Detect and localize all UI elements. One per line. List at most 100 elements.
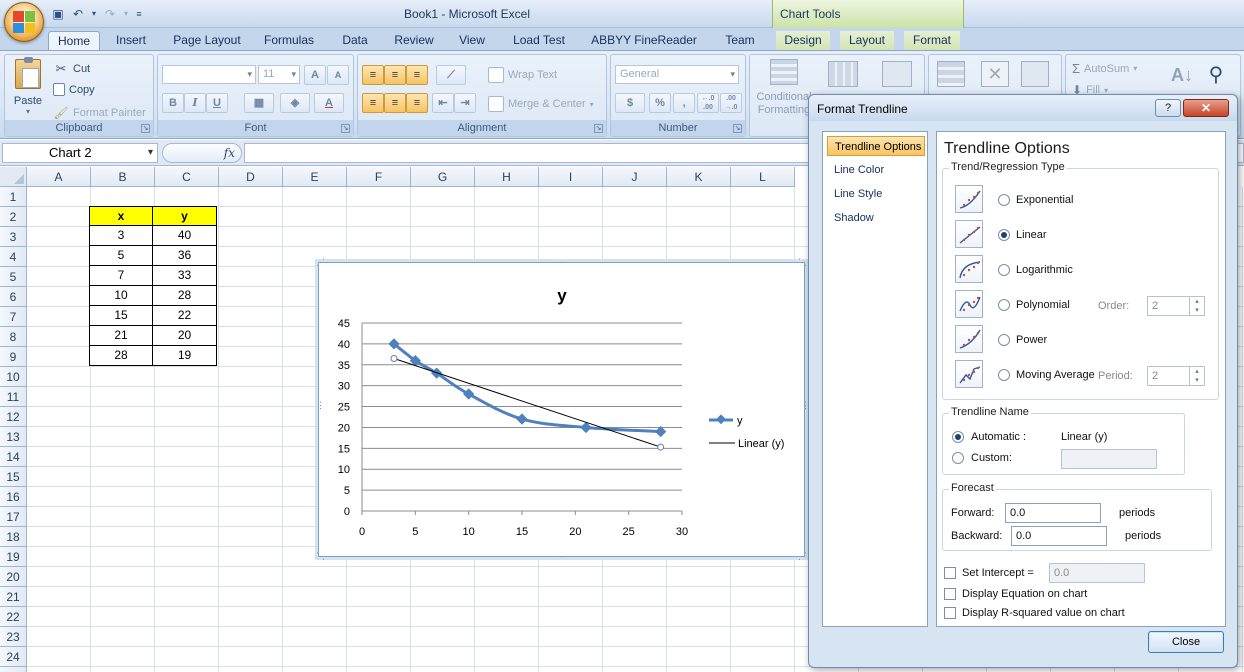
row-header-11[interactable]: 11 — [0, 387, 27, 407]
table-header-cell[interactable]: y — [153, 206, 217, 226]
column-header-l[interactable]: L — [731, 167, 795, 187]
chart-object[interactable]: ⋰ ···· ⋱ ⋮ ⋮ ⋱ ···· ⋰ y 0 5 10 15 20 25 30 35 40 4… — [316, 258, 810, 561]
align-center-button[interactable]: ≡ — [384, 93, 406, 113]
align-right-button[interactable]: ≡ — [406, 93, 428, 113]
font-size-combo[interactable]: 11 — [258, 65, 300, 84]
table-cell[interactable]: 36 — [153, 246, 217, 266]
tab-load-test[interactable]: Load Test — [508, 31, 570, 50]
autosum-button[interactable]: Σ AutoSum ▾ — [1072, 61, 1137, 76]
intercept-input[interactable]: 0.0 — [1049, 563, 1145, 583]
custom-name-radio[interactable] — [952, 452, 964, 464]
table-cell[interactable]: 21 — [89, 326, 153, 346]
tab-format[interactable]: Format — [904, 31, 960, 50]
cell-styles-icon[interactable] — [882, 61, 912, 87]
table-cell[interactable]: 10 — [89, 286, 153, 306]
exponential-radio[interactable] — [998, 194, 1010, 206]
tab-team[interactable]: Team — [720, 31, 760, 50]
decrease-decimal-button[interactable]: .00 →.0 — [720, 93, 742, 113]
number-launcher-icon[interactable]: ↘ — [733, 124, 742, 133]
close-button[interactable]: Close — [1148, 631, 1224, 653]
row-header-22[interactable]: 22 — [0, 607, 27, 627]
row-header-3[interactable]: 3 — [0, 227, 27, 247]
set-intercept-checkbox[interactable] — [944, 567, 956, 579]
column-header-a[interactable]: A — [27, 167, 91, 187]
row-header-17[interactable]: 17 — [0, 507, 27, 527]
comma-button[interactable]: , — [673, 93, 695, 113]
table-cell[interactable]: 15 — [89, 306, 153, 326]
nav-line-style[interactable]: Line Style — [827, 184, 882, 204]
select-all-corner[interactable] — [0, 167, 27, 187]
bold-button[interactable]: B — [162, 93, 184, 113]
row-header-2[interactable]: 2 — [0, 207, 27, 227]
column-header-h[interactable]: H — [475, 167, 539, 187]
column-header-b[interactable]: B — [91, 167, 155, 187]
tab-abbyy-finereader[interactable]: ABBYY FineReader 11 — [586, 31, 702, 66]
row-header-16[interactable]: 16 — [0, 487, 27, 507]
row-header-15[interactable]: 15 — [0, 467, 27, 487]
row-header-5[interactable]: 5 — [0, 267, 27, 287]
moving-average-radio[interactable] — [998, 369, 1010, 381]
column-header-f[interactable]: F — [347, 167, 411, 187]
logarithmic-radio[interactable] — [998, 264, 1010, 276]
column-header-d[interactable]: D — [219, 167, 283, 187]
linear-radio[interactable] — [998, 229, 1010, 241]
number-format-combo[interactable]: General — [615, 65, 739, 84]
row-header-8[interactable]: 8 — [0, 327, 27, 347]
row-header-23[interactable]: 23 — [0, 627, 27, 647]
table-cell[interactable]: 33 — [153, 266, 217, 286]
table-cell[interactable]: 40 — [153, 226, 217, 246]
shrink-font-button[interactable]: A — [327, 65, 349, 85]
table-cell[interactable]: 19 — [153, 346, 217, 366]
cut-button[interactable]: ✂ Cut — [53, 61, 91, 77]
column-header-c[interactable]: C — [155, 167, 219, 187]
dialog-title-bar[interactable]: Format Trendline ? ✕ — [809, 95, 1237, 121]
tab-home[interactable]: Home — [48, 31, 100, 50]
display-equation-checkbox[interactable] — [944, 588, 956, 600]
row-header-4[interactable]: 4 — [0, 247, 27, 267]
row-header-24[interactable]: 24 — [0, 647, 27, 667]
decrease-indent-button[interactable]: ⇤ — [432, 93, 454, 113]
table-cell[interactable]: 28 — [153, 286, 217, 306]
format-painter-button[interactable]: 🖌 Format Painter — [53, 105, 145, 121]
custom-name-input[interactable] — [1061, 449, 1157, 469]
column-header-i[interactable]: I — [539, 167, 603, 187]
row-header-6[interactable]: 6 — [0, 287, 27, 307]
align-bottom-button[interactable]: ≡ — [406, 65, 428, 85]
font-color-button[interactable]: A — [314, 93, 344, 113]
paste-button[interactable]: Paste ▾ — [11, 57, 45, 117]
alignment-launcher-icon[interactable]: ↘ — [594, 124, 603, 133]
row-header-9[interactable]: 9 — [0, 347, 27, 367]
table-cell[interactable]: 28 — [89, 346, 153, 366]
merge-center-button[interactable]: Merge & Center ▾ — [488, 96, 594, 112]
row-header-14[interactable]: 14 — [0, 447, 27, 467]
delete-cells-icon[interactable]: ✕ — [981, 61, 1009, 87]
font-launcher-icon[interactable]: ↘ — [341, 124, 350, 133]
nav-trendline-options[interactable]: Trendline Options — [827, 136, 925, 156]
row-header-18[interactable]: 18 — [0, 527, 27, 547]
increase-decimal-button[interactable]: ←.0 .00 — [697, 93, 719, 113]
row-header-12[interactable]: 12 — [0, 407, 27, 427]
wrap-text-button[interactable]: Wrap Text — [488, 67, 557, 83]
orientation-button[interactable]: ⟋ — [436, 65, 466, 85]
currency-button[interactable]: $ — [615, 93, 645, 113]
forward-input[interactable]: 0.0 — [1005, 503, 1101, 523]
row-header-13[interactable]: 13 — [0, 427, 27, 447]
row-header-19[interactable]: 19 — [0, 547, 27, 567]
nav-line-color[interactable]: Line Color — [827, 160, 884, 180]
percent-button[interactable]: % — [649, 93, 671, 113]
tab-review[interactable]: Review — [390, 31, 438, 50]
tab-data[interactable]: Data — [336, 31, 374, 50]
column-header-j[interactable]: J — [603, 167, 667, 187]
backward-input[interactable]: 0.0 — [1011, 526, 1107, 546]
find-select-icon[interactable]: ⚲ — [1202, 61, 1230, 89]
format-cells-icon[interactable] — [1021, 61, 1049, 87]
sort-filter-icon[interactable]: A↓ — [1168, 61, 1196, 89]
column-header-k[interactable]: K — [667, 167, 731, 187]
row-header-21[interactable]: 21 — [0, 587, 27, 607]
increase-indent-button[interactable]: ⇥ — [454, 93, 476, 113]
align-left-button[interactable]: ≡ — [362, 93, 384, 113]
align-top-button[interactable]: ≡ — [362, 65, 384, 85]
tab-formulas[interactable]: Formulas — [258, 31, 320, 50]
nav-shadow[interactable]: Shadow — [827, 208, 874, 228]
grow-font-button[interactable]: A — [304, 65, 326, 85]
